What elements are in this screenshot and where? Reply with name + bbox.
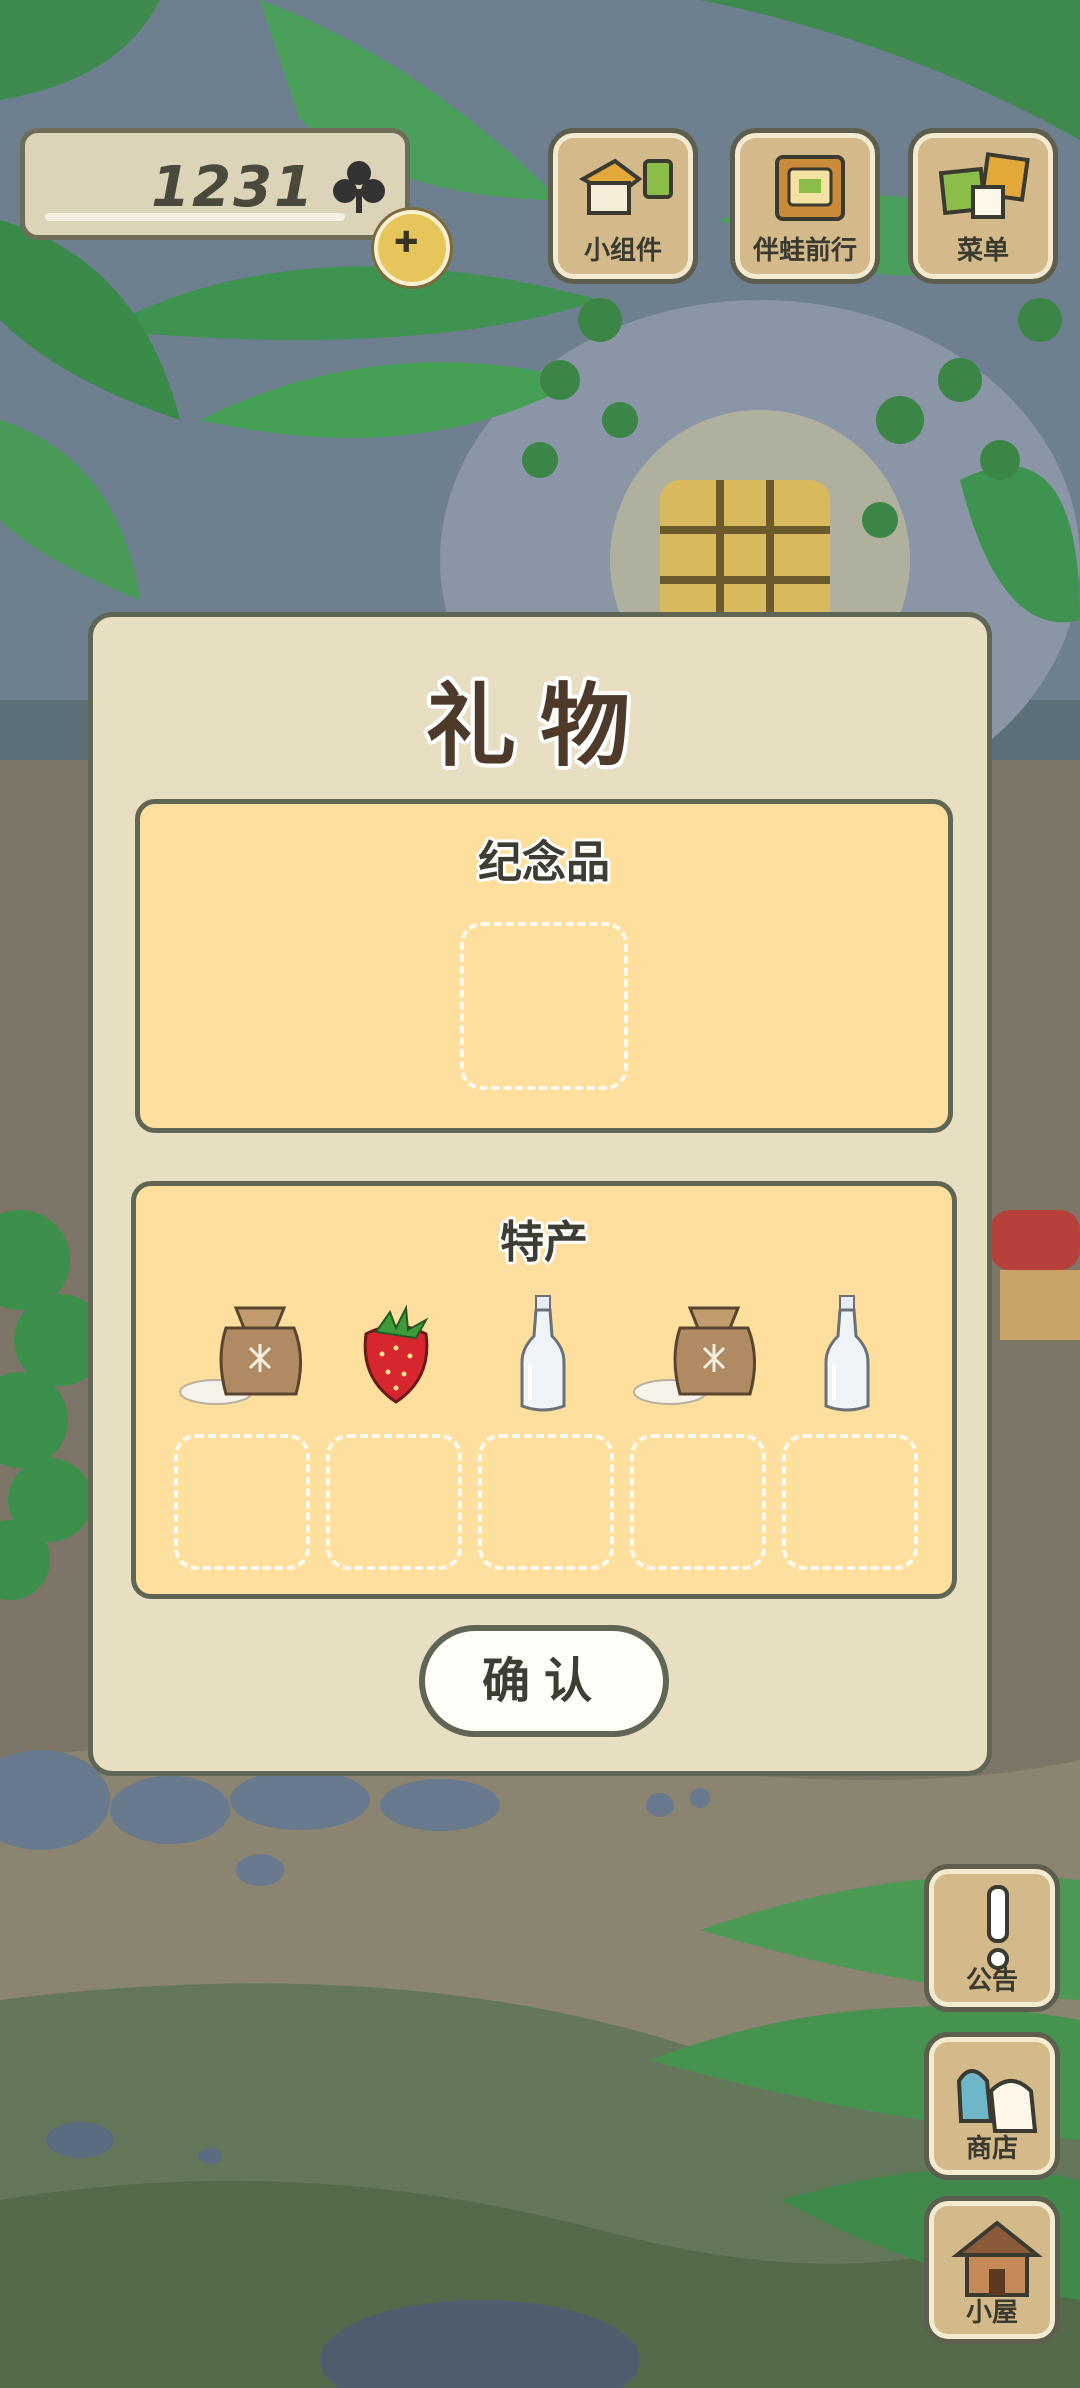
specialty-section: 特产 (131, 1181, 957, 1599)
plus-icon (395, 230, 417, 252)
dialog-title: 礼物 (426, 674, 654, 779)
glass-bottle-icon[interactable] (508, 1292, 578, 1416)
clover-icon (333, 161, 385, 213)
specialty-slot[interactable] (478, 1434, 614, 1570)
clover-count: 1231 (151, 155, 315, 220)
specialty-slot[interactable] (326, 1434, 462, 1570)
souvenir-title: 纪念品 (478, 837, 610, 888)
house-label: 小屋 (965, 2298, 1018, 2328)
menu-label: 菜单 (956, 236, 1009, 266)
rice-sack-icon[interactable] (176, 1298, 306, 1408)
add-clover-button[interactable] (374, 210, 450, 286)
clover-counter: 1231 (20, 128, 410, 240)
menu-cards-icon (938, 152, 1030, 219)
menu-button[interactable]: 菜单 (908, 128, 1058, 284)
widget-button[interactable]: 小组件 (548, 128, 698, 284)
glass-bottle-icon[interactable] (812, 1292, 882, 1416)
widget-icon (578, 158, 673, 215)
specialty-slot[interactable] (630, 1434, 766, 1570)
rice-sack-icon[interactable] (630, 1298, 760, 1408)
confirm-button[interactable]: 确认 (419, 1625, 669, 1737)
house-button[interactable]: 小屋 (924, 2196, 1060, 2344)
widget-label: 小组件 (583, 236, 662, 266)
shop-button[interactable]: 商店 (924, 2032, 1060, 2180)
notice-button[interactable]: 公告 (924, 1864, 1060, 2012)
souvenir-slot[interactable] (460, 922, 628, 1090)
counter-underline (45, 213, 345, 221)
shop-label: 商店 (965, 2134, 1018, 2164)
journal-icon (775, 155, 845, 221)
journey-button[interactable]: 伴蛙前行 (730, 128, 880, 284)
strawberry-icon[interactable] (346, 1298, 446, 1408)
journey-label: 伴蛙前行 (752, 236, 857, 266)
specialty-title: 特产 (500, 1217, 588, 1268)
specialty-slot[interactable] (174, 1434, 310, 1570)
notice-label: 公告 (965, 1966, 1018, 1996)
souvenir-section: 纪念品 (135, 799, 953, 1133)
gift-dialog: 礼物 纪念品 特产 确认 (88, 612, 992, 1776)
specialty-slot[interactable] (782, 1434, 918, 1570)
